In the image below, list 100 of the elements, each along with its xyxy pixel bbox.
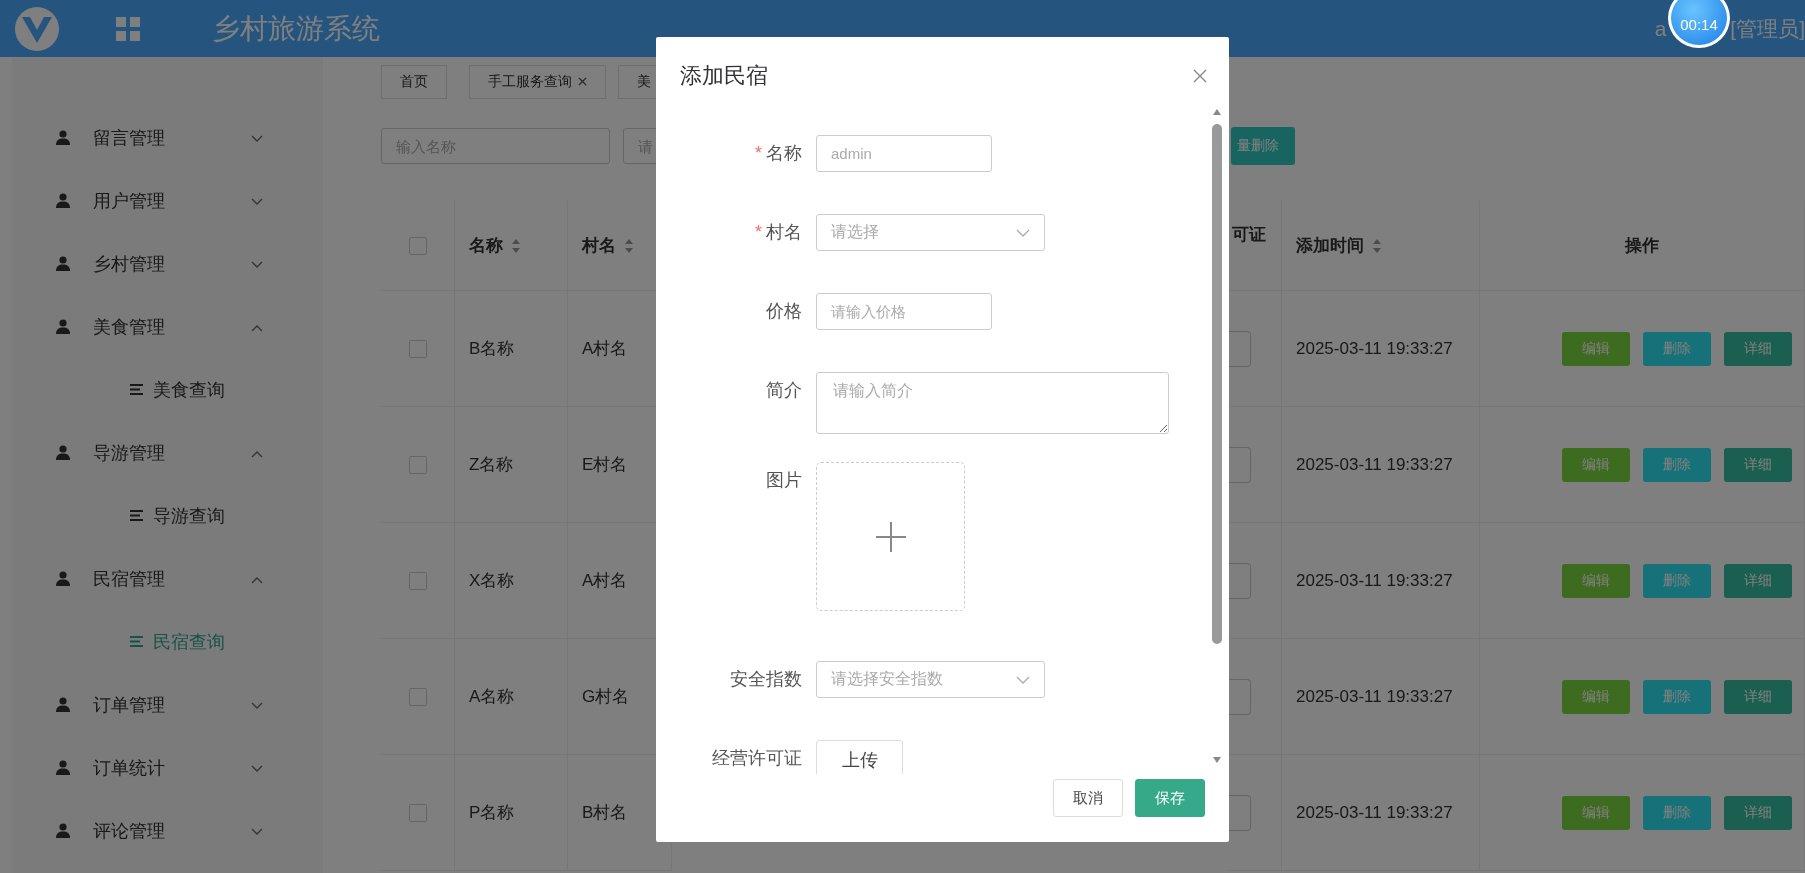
table-cell-text: B村名 [582, 802, 628, 824]
action-button[interactable]: 详细 [1724, 563, 1792, 598]
upload-area[interactable] [816, 462, 965, 611]
select-field[interactable]: 请选择 [816, 214, 1045, 251]
close-icon[interactable] [1193, 68, 1207, 83]
table-cell-text: A村名 [582, 570, 628, 592]
chevron-icon [251, 324, 263, 332]
upload-button[interactable]: 上传 [816, 740, 903, 774]
person-icon [56, 697, 70, 712]
field-label: 价格 [765, 300, 803, 323]
checkbox[interactable] [408, 339, 427, 358]
menu-item[interactable]: 用户管理 [12, 169, 323, 232]
submenu-item[interactable]: 导游查询 [12, 484, 323, 547]
close-icon[interactable] [578, 77, 587, 86]
menu-icon [130, 384, 143, 395]
action-button[interactable]: 删除 [1643, 447, 1711, 482]
select-field[interactable]: 请选择安全指数 [816, 661, 1045, 698]
table-cell-text: A村名 [582, 338, 628, 360]
caret-icon [1016, 675, 1030, 684]
action-button[interactable]: 详细 [1724, 331, 1792, 366]
menu-item[interactable]: 留言管理 [12, 106, 323, 169]
chevron-icon [251, 198, 263, 206]
menu-item[interactable]: 美食管理 [12, 295, 323, 358]
batch-delete-button[interactable]: 量删除 [1231, 127, 1295, 165]
field-label: 安全指数 [729, 668, 803, 691]
submenu-item[interactable]: 民宿查询 [12, 610, 323, 673]
menu-icon [130, 636, 143, 647]
action-button[interactable]: 编辑 [1562, 447, 1630, 482]
action-button[interactable]: 编辑 [1562, 679, 1630, 714]
scrollbar[interactable] [1212, 108, 1222, 764]
column-header: 村名 [582, 235, 616, 257]
plus-icon [875, 521, 906, 552]
person-icon [56, 256, 70, 271]
person-icon [56, 193, 70, 208]
action-button[interactable]: 删除 [1643, 331, 1711, 366]
menu-item[interactable]: 评论管理 [12, 799, 323, 862]
field-label: * 名称 [754, 142, 803, 165]
chevron-icon [251, 828, 263, 836]
page-tab[interactable]: 首页 [381, 64, 447, 99]
table-cell-text: G村名 [582, 686, 630, 708]
menu-item[interactable]: 订单管理 [12, 673, 323, 736]
action-button[interactable]: 删除 [1643, 679, 1711, 714]
action-button[interactable]: 编辑 [1562, 795, 1630, 830]
checkbox[interactable] [408, 236, 427, 255]
app-title: 乡村旅游系统 [212, 11, 380, 46]
action-button[interactable]: 详细 [1724, 679, 1792, 714]
action-button[interactable]: 详细 [1724, 447, 1792, 482]
sort-icon[interactable] [624, 237, 634, 254]
table-cell-text: Z名称 [469, 454, 514, 476]
text-field[interactable]: admin [816, 135, 992, 172]
person-icon [56, 130, 70, 145]
action-button[interactable]: 删除 [1643, 563, 1711, 598]
checkbox[interactable] [408, 803, 427, 822]
column-header: 添加时间 [1296, 235, 1364, 257]
caret-icon [1016, 228, 1030, 237]
text-field[interactable]: 请输入价格 [816, 293, 992, 330]
menu-item[interactable]: 乡村管理 [12, 232, 323, 295]
grid-icon[interactable] [116, 16, 140, 41]
cancel-button[interactable]: 取消 [1053, 779, 1123, 817]
scroll-down-icon[interactable] [1212, 756, 1222, 764]
table-cell: 2025-03-11 19:33:27 [1296, 570, 1453, 591]
field-label: 简介 [765, 379, 803, 402]
column-header: 名称 [469, 235, 503, 257]
menu-item[interactable]: 民宿管理 [12, 547, 323, 610]
table-cell: 2025-03-11 19:33:27 [1296, 454, 1453, 475]
person-icon [56, 571, 70, 586]
checkbox[interactable] [408, 455, 427, 474]
table-cell-text: E村名 [582, 454, 628, 476]
action-button[interactable]: 详细 [1724, 795, 1792, 830]
table-cell-text: A名称 [469, 686, 515, 708]
menu-item[interactable]: 导游管理 [12, 421, 323, 484]
chevron-icon [251, 135, 263, 143]
table-cell: 2025-03-11 19:33:27 [1296, 686, 1453, 707]
chevron-icon [251, 450, 263, 458]
table-cell-text: B名称 [469, 338, 515, 360]
chevron-icon [251, 765, 263, 773]
action-button[interactable]: 编辑 [1562, 563, 1630, 598]
textarea-field[interactable]: 请输入简介 [816, 372, 1169, 434]
action-button[interactable]: 编辑 [1562, 331, 1630, 366]
action-button[interactable]: 删除 [1643, 795, 1711, 830]
sort-icon[interactable] [511, 237, 521, 254]
menu-item[interactable]: 订单统计 [12, 736, 323, 799]
column-header: 可证 [1232, 224, 1266, 246]
save-button[interactable]: 保存 [1135, 779, 1205, 817]
checkbox[interactable] [408, 687, 427, 706]
page-tab[interactable]: 手工服务查询 [469, 64, 606, 99]
dialog-title: 添加民宿 [680, 61, 768, 90]
sort-icon[interactable] [1372, 237, 1382, 254]
submenu-item[interactable]: 美食查询 [12, 358, 323, 421]
checkbox[interactable] [408, 571, 427, 590]
person-icon [56, 445, 70, 460]
person-icon [56, 760, 70, 775]
scroll-up-icon[interactable] [1212, 108, 1222, 116]
column-header: 操作 [1625, 235, 1659, 257]
field-label: * 村名 [754, 221, 803, 244]
user-role: [管理员] [1730, 15, 1805, 42]
logo-icon [12, 4, 62, 53]
field-label: 经营许可证 [711, 747, 803, 770]
table-cell-text: P名称 [469, 802, 515, 824]
chevron-icon [251, 576, 263, 584]
